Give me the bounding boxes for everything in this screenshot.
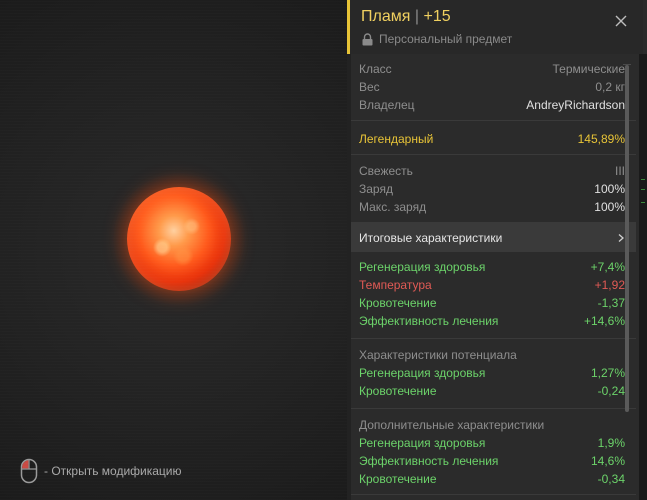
charge-section: Свежесть III Заряд 100% Макс. заряд 100% <box>351 155 636 223</box>
item-header: Пламя | +15 Персональный предмет <box>347 0 643 54</box>
total-stats-section: Регенерация здоровья +7,4% Температура +… <box>351 252 636 339</box>
weight-value: 0,2 кг <box>595 80 625 94</box>
owner-label: Владелец <box>359 98 415 112</box>
stat-label: Кровотечение <box>359 296 437 310</box>
total-stats-button[interactable]: Итоговые характеристики <box>351 223 636 252</box>
extra-stat-row: Регенерация здоровья 1,9% <box>359 434 625 452</box>
stat-value: 1,27% <box>590 366 625 380</box>
item-name: Пламя <box>361 8 411 25</box>
max-charge-row: Макс. заряд 100% <box>359 198 625 216</box>
rarity-value: 145,89% <box>577 132 625 146</box>
freshness-row: Свежесть III <box>359 162 625 180</box>
potential-stats-section: Характеристики потенциала Регенерация зд… <box>351 339 636 409</box>
stat-label: Регенерация здоровья <box>359 260 486 274</box>
stat-value: 1,9% <box>597 436 625 450</box>
potential-title: Характеристики потенциала <box>359 348 517 362</box>
stat-label: Кровотечение <box>359 472 437 486</box>
total-stat-row: Кровотечение -1,37 <box>359 294 625 312</box>
max-charge-value: 100% <box>594 200 625 214</box>
total-stat-row: Эффективность лечения +14,6% <box>359 312 625 330</box>
freshness-value: III <box>614 164 625 178</box>
charge-row: Заряд 100% <box>359 180 625 198</box>
edge-marker <box>641 189 645 190</box>
section-heading: Характеристики потенциала <box>359 346 625 364</box>
edge-marker <box>641 179 645 180</box>
stat-value: -0,34 <box>597 472 625 486</box>
artifact-model[interactable] <box>113 173 245 305</box>
extra-stat-row: Эффективность лечения 14,6% <box>359 452 625 470</box>
hint-label: - Открыть модификацию <box>44 464 182 478</box>
class-label: Класс <box>359 62 392 76</box>
extra-stats-section: Дополнительные характеристики Регенераци… <box>351 409 636 495</box>
lock-icon <box>362 32 373 45</box>
total-stat-row: Регенерация здоровья +7,4% <box>359 258 625 276</box>
mouse-icon <box>20 458 38 484</box>
item-title: Пламя | +15 <box>361 8 451 26</box>
charge-value: 100% <box>594 182 625 196</box>
close-icon[interactable] <box>614 14 628 28</box>
stat-label: Эффективность лечения <box>359 314 499 328</box>
charge-label: Заряд <box>359 182 393 196</box>
class-value: Термические <box>552 62 625 76</box>
total-stats-label: Итоговые характеристики <box>359 230 503 245</box>
stat-label: Регенерация здоровья <box>359 366 486 380</box>
rarity-label: Легендарный <box>359 132 434 146</box>
freshness-label: Свежесть <box>359 164 413 178</box>
potential-stat-row: Регенерация здоровья 1,27% <box>359 364 625 382</box>
title-separator: | <box>414 8 420 25</box>
artifact-viewer[interactable]: - Открыть модификацию <box>0 0 347 500</box>
extra-stat-row: Кровотечение -0,34 <box>359 470 625 488</box>
stat-value: +1,92 <box>594 278 625 292</box>
weight-label: Вес <box>359 80 380 94</box>
section-heading: Дополнительные характеристики <box>359 416 625 434</box>
stat-label: Эффективность лечения <box>359 454 499 468</box>
extra-title: Дополнительные характеристики <box>359 418 545 432</box>
stat-value: -0,24 <box>597 384 625 398</box>
stat-value: -1,37 <box>597 296 625 310</box>
basic-info-section: Класс Термические Вес 0,2 кг Владелец An… <box>351 54 636 121</box>
total-stat-row: Температура +1,92 <box>359 276 625 294</box>
potential-stat-row: Кровотечение -0,24 <box>359 382 625 400</box>
open-modification-hint[interactable]: - Открыть модификацию <box>20 458 182 484</box>
owner-row: Владелец AndreyRichardson <box>359 96 625 114</box>
owner-value: AndreyRichardson <box>526 98 625 112</box>
stat-value: 14,6% <box>590 454 625 468</box>
item-details-panel: Пламя | +15 Персональный предмет Класс Т… <box>347 0 647 500</box>
class-row: Класс Термические <box>359 60 625 78</box>
stat-value: +14,6% <box>583 314 625 328</box>
flame-orb <box>127 187 231 291</box>
stat-label: Температура <box>359 278 432 292</box>
weight-row: Вес 0,2 кг <box>359 78 625 96</box>
background-window-edge <box>639 54 647 500</box>
stat-value: +7,4% <box>590 260 625 274</box>
personal-item-label: Персональный предмет <box>379 32 513 46</box>
item-subtitle: Персональный предмет <box>362 32 512 46</box>
max-charge-label: Макс. заряд <box>359 200 427 214</box>
scrollbar-thumb[interactable] <box>625 65 629 412</box>
chevron-right-icon <box>618 233 624 242</box>
stat-label: Регенерация здоровья <box>359 436 486 450</box>
item-stats-scroll[interactable]: Класс Термические Вес 0,2 кг Владелец An… <box>351 54 636 500</box>
stat-label: Кровотечение <box>359 384 437 398</box>
rarity-row: Легендарный 145,89% <box>359 130 625 148</box>
edge-marker <box>641 202 645 203</box>
rarity-section: Легендарный 145,89% <box>351 121 636 155</box>
item-upgrade-level: +15 <box>423 8 451 25</box>
